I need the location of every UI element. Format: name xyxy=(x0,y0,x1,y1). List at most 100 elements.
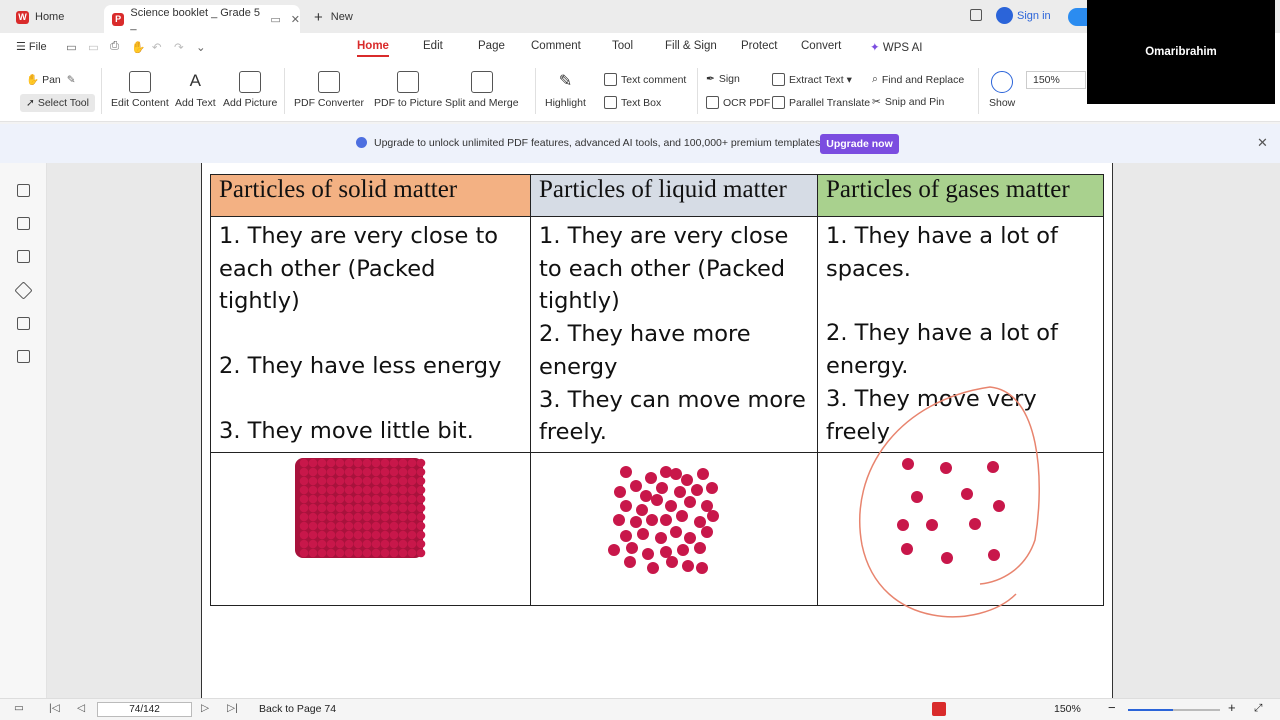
solid-particles-image xyxy=(210,451,531,606)
back-to-page-link[interactable]: Back to Page 74 xyxy=(259,703,336,715)
show-label: Show xyxy=(989,97,1016,109)
split-merge-button[interactable]: Split and Merge xyxy=(445,71,519,109)
wps-ai-label: WPS AI xyxy=(882,42,923,54)
menu-fill-sign[interactable]: Fill & Sign xyxy=(665,40,717,52)
status-bar: ▭ |◁ ◁ 74/142 ▷ ▷| Back to Page 74 150% … xyxy=(0,698,1280,720)
hand-icon[interactable]: ✋ xyxy=(131,40,145,54)
pan-label: Pan xyxy=(42,73,61,86)
menu-home[interactable]: Home xyxy=(357,40,389,57)
bookmark-icon[interactable] xyxy=(17,184,30,197)
add-text-icon: A xyxy=(189,71,201,90)
next-page-icon[interactable]: ▷ xyxy=(201,702,209,714)
text-comment-label: Text comment xyxy=(621,73,687,86)
show-button[interactable]: Show xyxy=(989,71,1015,109)
gas-point-3: 3. They move very freely xyxy=(826,385,1037,445)
menu-protect[interactable]: Protect xyxy=(741,40,777,52)
liquid-point-1: 1. They are very close to each other (Pa… xyxy=(539,223,789,315)
parallel-translate-label: Parallel Translate xyxy=(789,96,871,109)
close-banner-icon[interactable]: ✕ xyxy=(1257,135,1268,151)
pencil-icon: ✎ xyxy=(66,73,76,86)
liquid-cell: 1. They are very close to each other (Pa… xyxy=(530,216,818,453)
parallel-translate-button[interactable]: Parallel Translate xyxy=(772,96,870,109)
tab-document[interactable]: P Science booklet _ Grade 5 _ ▭ ✕ xyxy=(104,5,300,33)
text-box-button[interactable]: Text Box xyxy=(604,96,661,109)
signature-icon[interactable] xyxy=(17,317,30,330)
text-box-icon xyxy=(604,96,617,109)
matter-particles-table: Particles of solid matter Particles of l… xyxy=(210,174,1104,606)
pan-button[interactable]: ✋ Pan ✎ xyxy=(26,73,76,87)
fullscreen-icon[interactable]: ⤢ xyxy=(1254,702,1262,715)
zoom-out-icon[interactable]: − xyxy=(1108,700,1116,715)
wps-logo-icon: W xyxy=(16,10,29,24)
extract-text-button[interactable]: Extract Text ▾ xyxy=(772,73,852,86)
table-row: 1. They are very close to each other (Pa… xyxy=(210,216,1104,453)
edit-content-button[interactable]: Edit Content xyxy=(111,71,169,109)
comment-icon[interactable] xyxy=(17,250,30,263)
sparkle-icon: ✦ xyxy=(870,42,880,54)
info-icon xyxy=(356,137,367,148)
sign-button[interactable]: ✒ Sign xyxy=(706,73,740,85)
cursor-icon: ➚ xyxy=(26,97,35,109)
page-number-input[interactable]: 74/142 xyxy=(97,702,192,717)
menu-page[interactable]: Page xyxy=(478,40,505,52)
select-tool-button[interactable]: ➚ Select Tool xyxy=(20,94,95,112)
play-icon xyxy=(991,71,1014,93)
split-merge-label: Split and Merge xyxy=(445,97,519,109)
first-page-icon[interactable]: |◁ xyxy=(49,702,60,714)
chevron-down-icon[interactable]: ⌄ xyxy=(196,40,206,54)
layers-icon[interactable] xyxy=(17,350,30,363)
attachment-icon[interactable] xyxy=(14,281,33,300)
prev-page-icon[interactable]: ◁ xyxy=(77,702,85,714)
file-menu[interactable]: ☰ File xyxy=(16,40,47,53)
undo-icon[interactable]: ↶ xyxy=(152,40,162,54)
menu-wps-ai[interactable]: ✦ WPS AI xyxy=(870,40,922,54)
menu-edit[interactable]: Edit xyxy=(423,40,443,52)
solid-cell: 1. They are very close to each other (Pa… xyxy=(210,216,531,453)
last-page-icon[interactable]: ▷| xyxy=(227,702,238,714)
highlight-icon: ✎ xyxy=(558,73,573,90)
text-comment-icon xyxy=(604,73,617,86)
window-icon[interactable]: ▭ xyxy=(270,13,280,26)
select-tool-label: Select Tool xyxy=(37,97,89,109)
thumbnail-icon[interactable] xyxy=(17,217,30,230)
zoom-in-icon[interactable]: + xyxy=(1228,700,1236,715)
plus-icon: + xyxy=(314,8,323,26)
find-replace-button[interactable]: ⌕ Find and Replace xyxy=(872,73,964,86)
add-picture-label: Add Picture xyxy=(223,97,278,109)
menu-comment[interactable]: Comment xyxy=(531,40,581,52)
zoom-level[interactable]: 150% xyxy=(1054,703,1081,715)
zoom-slider-fill xyxy=(1128,709,1173,711)
add-picture-button[interactable]: Add Picture xyxy=(223,71,277,109)
print-icon[interactable]: ⎙ xyxy=(110,40,119,53)
add-text-button[interactable]: A Add Text xyxy=(175,71,216,109)
sign-label: Sign xyxy=(718,73,740,85)
zoom-select[interactable]: 150% xyxy=(1026,71,1086,89)
highlight-button[interactable]: ✎ Highlight xyxy=(545,71,586,109)
play-icon[interactable] xyxy=(932,702,946,716)
menu-tool[interactable]: Tool xyxy=(612,40,633,52)
open-icon[interactable]: ▭ xyxy=(66,40,77,54)
add-picture-icon xyxy=(239,71,262,93)
pdf-to-picture-button[interactable]: PDF to Picture xyxy=(374,71,442,109)
upgrade-now-button[interactable]: Upgrade now xyxy=(820,134,899,154)
new-tab-button[interactable]: + New xyxy=(310,5,370,29)
close-tab-icon[interactable]: ✕ xyxy=(291,13,300,26)
pdf-to-picture-label: PDF to Picture xyxy=(374,97,443,109)
snip-pin-button[interactable]: ✂ Snip and Pin xyxy=(872,96,944,108)
ocr-button[interactable]: OCR PDF xyxy=(706,96,770,109)
sign-in-button[interactable]: Sign in xyxy=(996,7,1051,24)
redo-icon[interactable]: ↷ xyxy=(174,40,184,54)
pdf-converter-button[interactable]: PDF Converter xyxy=(294,71,364,109)
scissors-icon: ✂ xyxy=(872,96,881,108)
menu-convert[interactable]: Convert xyxy=(801,40,841,52)
text-comment-button[interactable]: Text comment xyxy=(604,73,686,86)
text-box-label: Text Box xyxy=(621,96,662,109)
zoom-slider[interactable] xyxy=(1128,709,1220,711)
save-icon[interactable]: ▭ xyxy=(88,40,99,54)
tab-home[interactable]: W Home xyxy=(10,5,98,29)
windows-icon[interactable] xyxy=(970,9,982,21)
sidebar-toggle-icon[interactable]: ▭ xyxy=(14,702,24,714)
gas-point-1: 1. They have a lot of spaces. xyxy=(826,223,1058,282)
header-gases: Particles of gases matter xyxy=(817,174,1104,217)
